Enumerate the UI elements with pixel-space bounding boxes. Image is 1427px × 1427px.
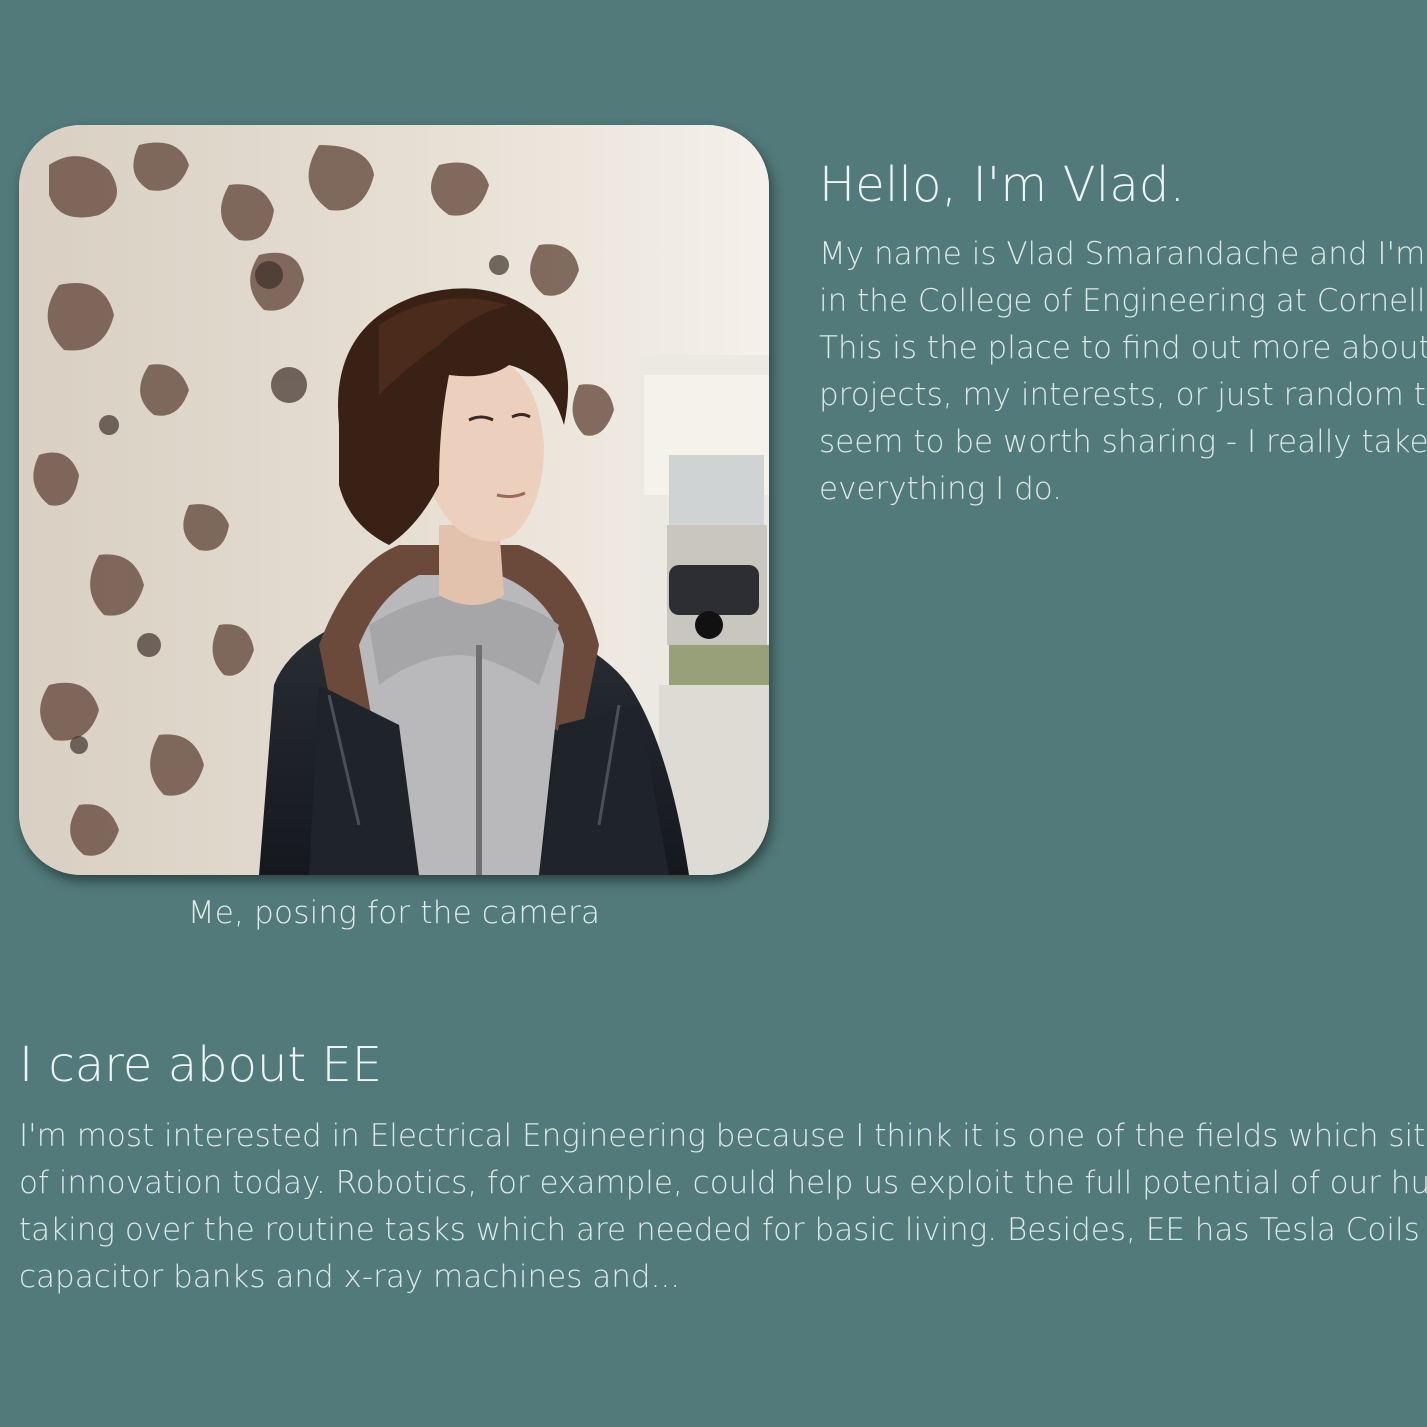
ee-line: taking over the routine tasks which are … [19,1212,1427,1248]
intro-heading: Hello, I'm Vlad. [819,157,1186,213]
profile-figure: Me, posing for the camera [19,125,769,931]
intro-section: Hello, I'm Vlad. My name is Vlad Smarand… [819,157,1427,513]
ee-line: of innovation today. Robotics, for examp… [19,1165,1427,1201]
ee-section: I care about EE I'm most interested in E… [19,1037,1427,1301]
ee-line: capacitor banks and x-ray machines and..… [19,1259,681,1295]
ee-heading: I care about EE [19,1037,383,1093]
profile-photo [19,125,769,875]
intro-line: seem to be worth sharing - I really take… [819,424,1427,460]
about-page: Me, posing for the camera Hello, I'm Vla… [0,0,1427,1427]
intro-line: in the College of Engineering at Cornell… [819,283,1427,319]
intro-line: projects, my interests, or just random t… [819,377,1427,413]
photo-caption: Me, posing for the camera [187,895,601,931]
intro-line: everything I do. [819,471,1063,507]
intro-line: This is the place to find out more about… [819,330,1427,366]
profile-photo-illustration [19,125,769,875]
intro-paragraph: My name is Vlad Smarandache and I'm a f … [819,231,1427,513]
ee-line: I'm most interested in Electrical Engine… [19,1118,1427,1154]
ee-paragraph: I'm most interested in Electrical Engine… [19,1113,1427,1301]
intro-line: My name is Vlad Smarandache and I'm a f [819,236,1427,272]
